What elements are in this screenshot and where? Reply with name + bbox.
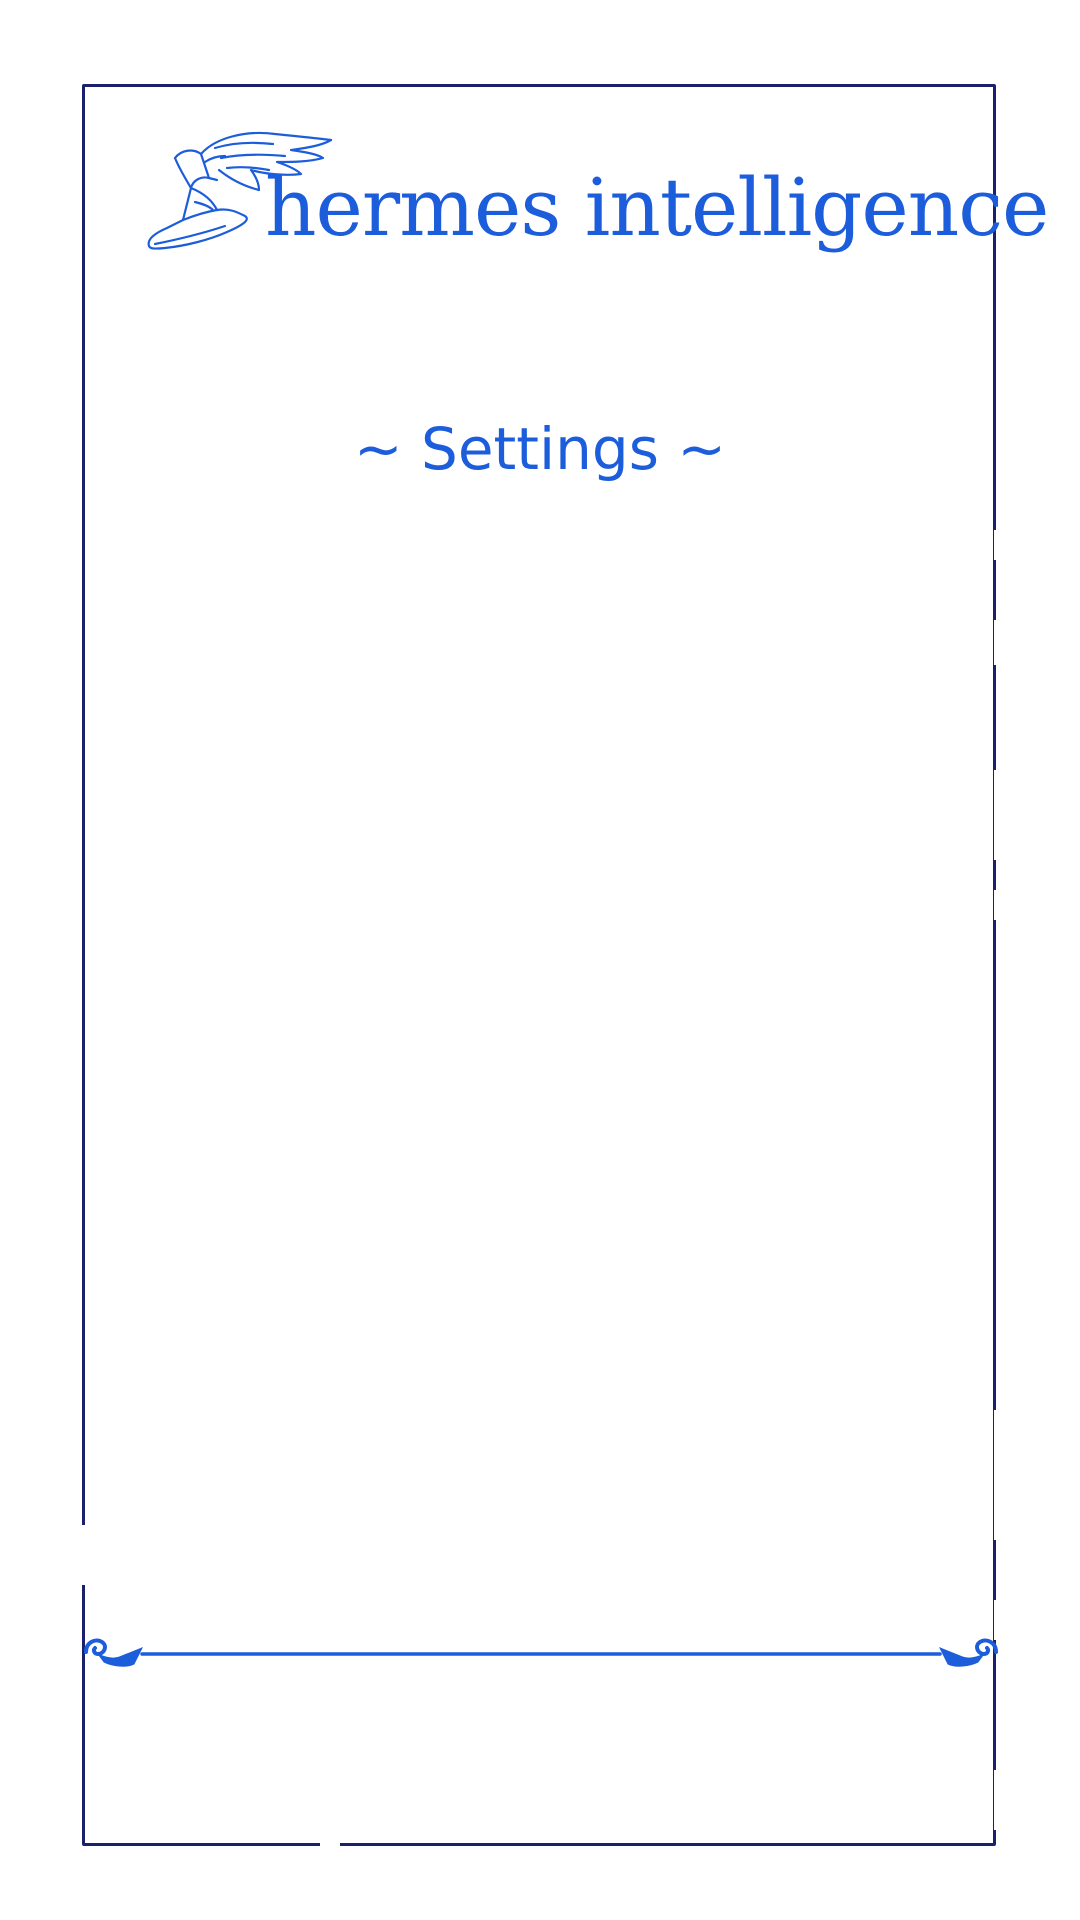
settings-screen: hermes intelligence ~ Settings ~ [0,0,1080,1920]
frame-wear [994,620,1000,665]
frame-wear [80,1525,86,1585]
page-title: ~ Settings ~ [354,415,726,483]
frame-wear [994,890,1000,920]
frame-wear [994,1410,1000,1540]
brand-name: hermes intelligence [265,161,1049,254]
frame-wear [994,770,1000,860]
brand-logo: hermes intelligence [145,128,1049,288]
frame-wear [994,1770,1000,1830]
ornamental-divider [84,1638,998,1667]
page-frame [82,84,996,1846]
frame-wear [994,530,1000,560]
frame-wear [320,1840,340,1848]
